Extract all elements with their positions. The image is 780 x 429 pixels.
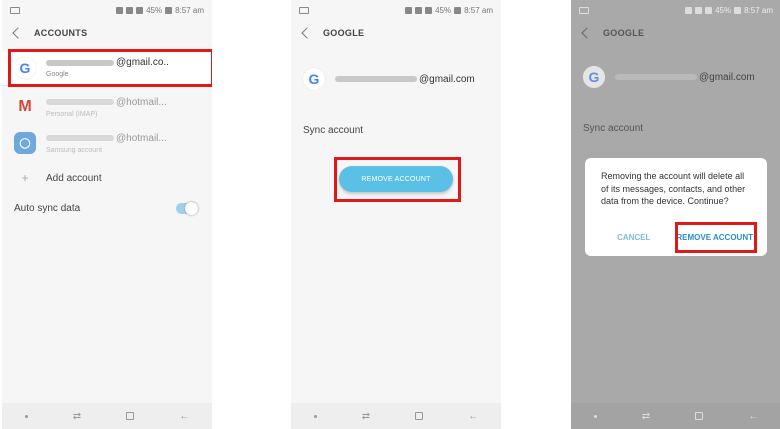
page-title: GOOGLE bbox=[603, 28, 645, 38]
account-type: Personal (IMAP) bbox=[46, 110, 98, 118]
navigation-bar: ⇄ ← bbox=[291, 403, 501, 429]
battery-icon bbox=[734, 6, 742, 14]
battery-level: 45% bbox=[715, 5, 732, 15]
wifi-icon bbox=[695, 6, 703, 14]
auto-sync-toggle[interactable] bbox=[176, 201, 198, 215]
status-time: 8:57 am bbox=[744, 5, 773, 15]
google-icon: G bbox=[583, 66, 605, 88]
highlight-box bbox=[8, 49, 212, 87]
phone-accounts-screen: 45% 8:57 am ACCOUNTS G @gmail.co.. Googl… bbox=[2, 0, 212, 429]
auto-sync-item[interactable]: Auto sync data bbox=[2, 198, 212, 218]
sync-account-label: Sync account bbox=[583, 122, 644, 134]
recents-icon[interactable]: ⇄ bbox=[642, 411, 650, 422]
highlight-box bbox=[675, 222, 757, 253]
gmail-icon: M bbox=[18, 98, 32, 115]
mute-icon bbox=[405, 6, 413, 14]
title-bar: ACCOUNTS bbox=[2, 20, 212, 46]
phone-remove-confirm-screen: 45% 8:57 am GOOGLE G @gmail.com Sync acc… bbox=[571, 0, 780, 429]
signal-icon bbox=[425, 6, 433, 14]
battery-level: 45% bbox=[435, 5, 452, 15]
gallery-notification-icon bbox=[579, 6, 589, 14]
home-icon[interactable] bbox=[126, 412, 135, 420]
home-icon[interactable] bbox=[415, 412, 424, 420]
redacted-email bbox=[615, 74, 697, 80]
wifi-icon bbox=[126, 6, 134, 14]
page-title: GOOGLE bbox=[323, 28, 365, 38]
redacted-email bbox=[46, 135, 114, 141]
status-bar: 45% 8:57 am bbox=[571, 0, 780, 20]
redacted-email bbox=[335, 76, 417, 82]
back-arrow-icon[interactable]: ← bbox=[748, 411, 758, 422]
account-email: @gmail.com bbox=[699, 71, 755, 83]
gallery-notification-icon bbox=[10, 6, 20, 14]
navigation-bar: ⇄ ← bbox=[2, 403, 212, 429]
phone-google-account-screen: 45% 8:57 am GOOGLE G @gmail.com Sync acc… bbox=[291, 0, 501, 429]
auto-sync-label: Auto sync data bbox=[14, 202, 81, 214]
highlight-box bbox=[334, 157, 461, 202]
back-chevron-icon[interactable] bbox=[301, 27, 313, 39]
account-row-hotmail-imap[interactable]: M @hotmail... Personal (IMAP) bbox=[2, 90, 212, 124]
account-email-suffix: @hotmail... bbox=[116, 132, 167, 144]
title-bar: GOOGLE bbox=[291, 20, 501, 46]
google-icon: G bbox=[303, 68, 325, 90]
dialog-message: Removing the account will delete all of … bbox=[601, 171, 746, 206]
redacted-email bbox=[46, 99, 114, 105]
mute-icon bbox=[685, 6, 693, 14]
status-time: 8:57 am bbox=[175, 5, 204, 15]
back-arrow-icon[interactable]: ← bbox=[468, 411, 478, 422]
back-chevron-icon[interactable] bbox=[12, 27, 24, 39]
home-icon[interactable] bbox=[695, 412, 704, 420]
status-time: 8:57 am bbox=[464, 5, 493, 15]
add-account-label: Add account bbox=[46, 172, 102, 184]
battery-icon bbox=[165, 6, 173, 14]
nav-dot-icon bbox=[593, 414, 597, 418]
account-email: @gmail.com bbox=[419, 73, 475, 85]
account-email-suffix: @hotmail... bbox=[116, 96, 167, 108]
nav-dot-icon bbox=[313, 414, 317, 418]
signal-icon bbox=[705, 6, 713, 14]
title-bar: GOOGLE bbox=[571, 20, 780, 46]
battery-level: 45% bbox=[146, 5, 163, 15]
back-chevron-icon[interactable] bbox=[581, 27, 593, 39]
page-title: ACCOUNTS bbox=[34, 28, 88, 38]
status-bar: 45% 8:57 am bbox=[2, 0, 212, 20]
sync-account-item: Sync account bbox=[571, 118, 780, 138]
back-arrow-icon[interactable]: ← bbox=[179, 411, 189, 422]
navigation-bar: ⇄ ← bbox=[571, 403, 780, 429]
plus-icon: + bbox=[21, 171, 29, 185]
add-account-item[interactable]: + Add account bbox=[2, 168, 212, 188]
status-bar: 45% 8:57 am bbox=[291, 0, 501, 20]
recents-icon[interactable]: ⇄ bbox=[362, 411, 370, 422]
sync-account-item[interactable]: Sync account bbox=[291, 120, 501, 140]
account-type: Samsung account bbox=[46, 146, 103, 154]
cancel-button[interactable]: CANCEL bbox=[617, 233, 650, 242]
mute-icon bbox=[116, 6, 124, 14]
recents-icon[interactable]: ⇄ bbox=[73, 411, 81, 422]
samsung-account-icon: ◯ bbox=[14, 132, 36, 154]
gallery-notification-icon bbox=[299, 6, 309, 14]
account-header: G @gmail.com bbox=[291, 64, 501, 94]
battery-icon bbox=[454, 6, 462, 14]
account-header: G @gmail.com bbox=[571, 62, 780, 92]
nav-dot-icon bbox=[24, 414, 28, 418]
sync-account-label: Sync account bbox=[303, 124, 364, 136]
account-row-samsung[interactable]: ◯ @hotmail... Samsung account bbox=[2, 126, 212, 160]
signal-icon bbox=[136, 6, 144, 14]
wifi-icon bbox=[415, 6, 423, 14]
